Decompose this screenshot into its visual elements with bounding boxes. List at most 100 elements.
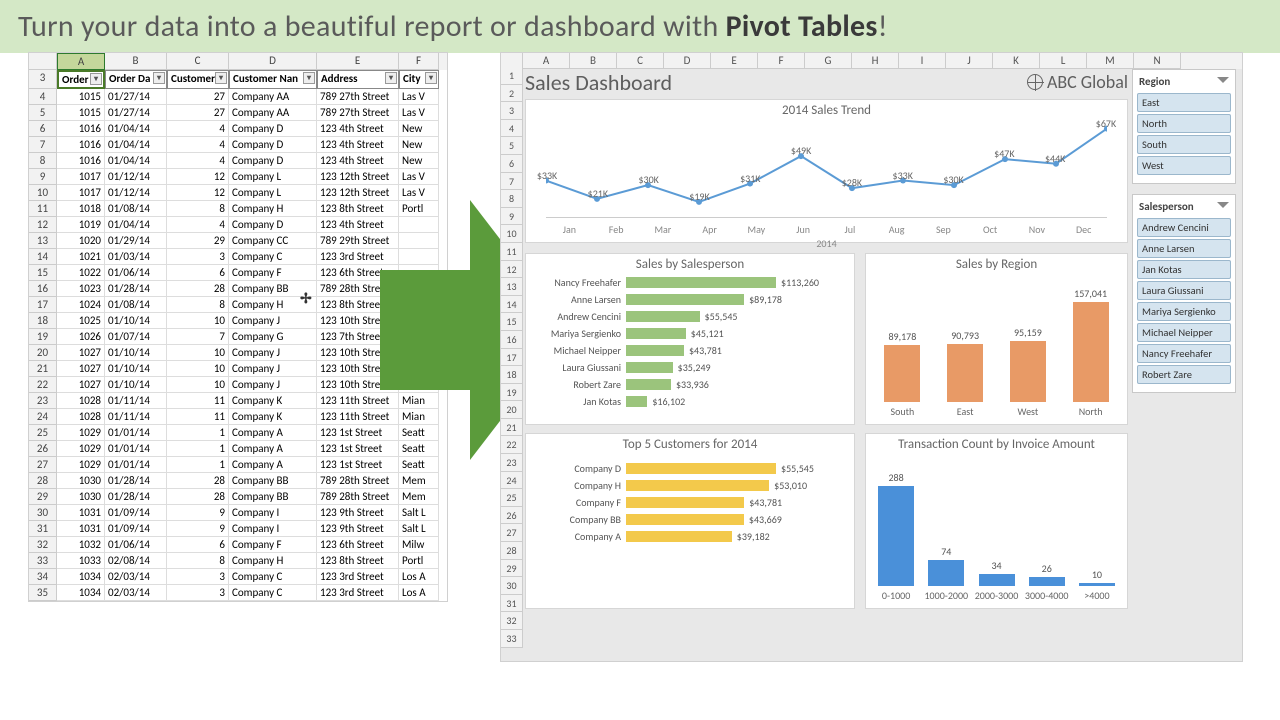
table-header[interactable]: City▾	[399, 70, 439, 89]
row-header[interactable]: 19	[501, 384, 523, 402]
row-header[interactable]: 25	[501, 489, 523, 507]
col-header[interactable]: G	[805, 53, 852, 69]
filter-dropdown-icon[interactable]: ▾	[385, 72, 397, 84]
filter-dropdown-icon[interactable]: ▾	[90, 73, 102, 85]
col-header[interactable]: H	[852, 53, 899, 69]
row-header[interactable]: 26	[501, 507, 523, 525]
col-header[interactable]: C	[167, 53, 229, 70]
row-header[interactable]: 5	[501, 137, 523, 155]
table-row[interactable]: 5101501/27/1427Company AA789 27th Street…	[29, 105, 447, 121]
col-header[interactable]	[29, 53, 57, 70]
row-header[interactable]: 14	[501, 296, 523, 314]
slicer-option[interactable]: East	[1137, 93, 1231, 112]
filter-dropdown-icon[interactable]: ▾	[425, 72, 437, 84]
slicer-option[interactable]: Andrew Cencini	[1137, 218, 1231, 237]
col-header[interactable]: E	[711, 53, 758, 69]
col-header[interactable]: M	[1087, 53, 1134, 69]
slicer-option[interactable]: Laura Giussani	[1137, 281, 1231, 300]
row-header[interactable]: 10	[501, 225, 523, 243]
row-header[interactable]: 13	[501, 278, 523, 296]
table-row[interactable]: 32103201/06/146Company F123 6th StreetMi…	[29, 537, 447, 553]
table-header[interactable]: Customer Nan▾	[229, 70, 317, 89]
row-header[interactable]: 23	[501, 454, 523, 472]
col-header[interactable]: C	[617, 53, 664, 69]
salesperson-chart[interactable]: Sales by Salesperson Nancy Freehafer$113…	[525, 253, 855, 425]
filter-icon[interactable]	[1217, 202, 1229, 212]
col-header[interactable]: A	[523, 53, 570, 69]
table-row[interactable]: 34103402/03/143Company C123 3rd StreetLo…	[29, 569, 447, 585]
row-header[interactable]: 6	[501, 155, 523, 173]
row-header[interactable]: 22	[501, 436, 523, 454]
col-header[interactable]: K	[993, 53, 1040, 69]
col-header[interactable]: J	[946, 53, 993, 69]
row-header[interactable]: 28	[501, 542, 523, 560]
row-header[interactable]: 20	[501, 401, 523, 419]
table-row[interactable]: 30103101/09/149Company I123 9th StreetSa…	[29, 505, 447, 521]
table-row[interactable]: 29103001/28/1428Company BB789 28th Stree…	[29, 489, 447, 505]
filter-dropdown-icon[interactable]: ▾	[153, 72, 165, 84]
salesperson-slicer[interactable]: Salesperson Andrew CenciniAnne LarsenJan…	[1132, 194, 1236, 393]
row-header[interactable]: 11	[501, 243, 523, 261]
col-header[interactable]: B	[105, 53, 167, 70]
table-row[interactable]: 31103101/09/149Company I123 9th StreetSa…	[29, 521, 447, 537]
region-slicer[interactable]: Region EastNorthSouthWest	[1132, 69, 1236, 184]
table-row[interactable]: 35103402/03/143Company C123 3rd StreetLo…	[29, 585, 447, 601]
row-header[interactable]: 15	[501, 313, 523, 331]
slicer-option[interactable]: West	[1137, 156, 1231, 175]
slicer-option[interactable]: Mariya Sergienko	[1137, 302, 1231, 321]
slicer-option[interactable]: North	[1137, 114, 1231, 133]
row-header[interactable]: 21	[501, 419, 523, 437]
table-header[interactable]: Order Da▾	[105, 70, 167, 89]
customers-chart[interactable]: Top 5 Customers for 2014 Company D$55,54…	[525, 433, 855, 609]
col-header[interactable]: E	[317, 53, 399, 70]
row-header[interactable]: 17	[501, 349, 523, 367]
col-header[interactable]: F	[758, 53, 805, 69]
row-header[interactable]: 31	[501, 595, 523, 613]
row-header[interactable]: 18	[501, 366, 523, 384]
slicer-option[interactable]: South	[1137, 135, 1231, 154]
row-header[interactable]: 30	[501, 577, 523, 595]
filter-icon[interactable]	[1217, 77, 1229, 87]
sales-trend-chart[interactable]: 2014 Sales Trend $33K$21K$30K$19K$31K$49…	[525, 99, 1128, 243]
row-header[interactable]: 24	[501, 472, 523, 490]
table-header[interactable]: Order▾	[57, 70, 105, 89]
row-header[interactable]: 16	[501, 331, 523, 349]
col-header[interactable]: D	[664, 53, 711, 69]
col-header[interactable]: D	[229, 53, 317, 70]
row-header[interactable]: 7	[501, 173, 523, 191]
dashboard-sheet[interactable]: ABCDEFGHIJKLMN 1234567891011121314151617…	[500, 52, 1243, 662]
row-header[interactable]: 4	[501, 120, 523, 138]
row-header[interactable]: 27	[501, 524, 523, 542]
table-row[interactable]: 33103302/08/148Company H123 8th StreetPo…	[29, 553, 447, 569]
filter-dropdown-icon[interactable]: ▾	[215, 72, 227, 84]
invoice-chart[interactable]: Transaction Count by Invoice Amount 2880…	[865, 433, 1128, 609]
row-header[interactable]: 8	[501, 190, 523, 208]
slicer-option[interactable]: Jan Kotas	[1137, 260, 1231, 279]
col-header[interactable]: N	[1134, 53, 1181, 69]
table-header[interactable]: Address▾	[317, 70, 399, 89]
table-header[interactable]: Customer▾	[167, 70, 229, 89]
col-header[interactable]: L	[1040, 53, 1087, 69]
row-header[interactable]: 33	[501, 630, 523, 648]
table-row[interactable]: 6101601/04/144Company D123 4th StreetNew	[29, 121, 447, 137]
col-header[interactable]: F	[399, 53, 439, 70]
row-header[interactable]: 3	[501, 102, 523, 120]
row-header[interactable]: 1	[501, 67, 523, 85]
table-row[interactable]: 8101601/04/144Company D123 4th StreetNew	[29, 153, 447, 169]
row-header[interactable]: 32	[501, 612, 523, 630]
slicer-option[interactable]: Anne Larsen	[1137, 239, 1231, 258]
row-header[interactable]: 29	[501, 560, 523, 578]
row-header[interactable]: 12	[501, 261, 523, 279]
col-header[interactable]: I	[899, 53, 946, 69]
row-header[interactable]: 2	[501, 85, 523, 103]
slicer-option[interactable]: Robert Zare	[1137, 365, 1231, 384]
row-header[interactable]: 9	[501, 208, 523, 226]
slicer-option[interactable]: Nancy Freehafer	[1137, 344, 1231, 363]
col-header[interactable]: A	[57, 53, 105, 70]
col-header[interactable]: B	[570, 53, 617, 69]
table-row[interactable]: 9101701/12/1412Company L123 12th StreetL…	[29, 169, 447, 185]
filter-dropdown-icon[interactable]: ▾	[303, 72, 315, 84]
region-chart[interactable]: Sales by Region 89,178South90,793East95,…	[865, 253, 1128, 425]
table-row[interactable]: 10101701/12/1412Company L123 12th Street…	[29, 185, 447, 201]
slicer-option[interactable]: Michael Neipper	[1137, 323, 1231, 342]
